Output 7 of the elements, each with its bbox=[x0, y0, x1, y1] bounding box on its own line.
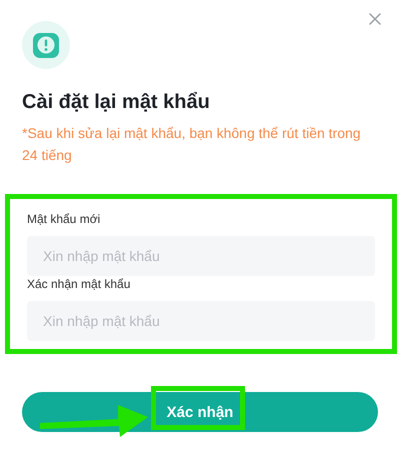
password-field[interactable]: Xin nhập mật khẩu bbox=[27, 301, 375, 341]
password-field[interactable]: Xin nhập mật khẩu bbox=[27, 236, 375, 276]
warning-icon bbox=[22, 21, 70, 69]
field-label: Xác nhận mật khẩu bbox=[27, 276, 132, 292]
dialog-title: Cài đặt lại mật khẩu bbox=[22, 90, 211, 114]
field-label: Mật khẩu mới bbox=[27, 211, 102, 227]
warning-note: *Sau khi sửa lại mật khẩu, bạn không thể rút tiền trong 24 tiếng bbox=[22, 124, 362, 165]
